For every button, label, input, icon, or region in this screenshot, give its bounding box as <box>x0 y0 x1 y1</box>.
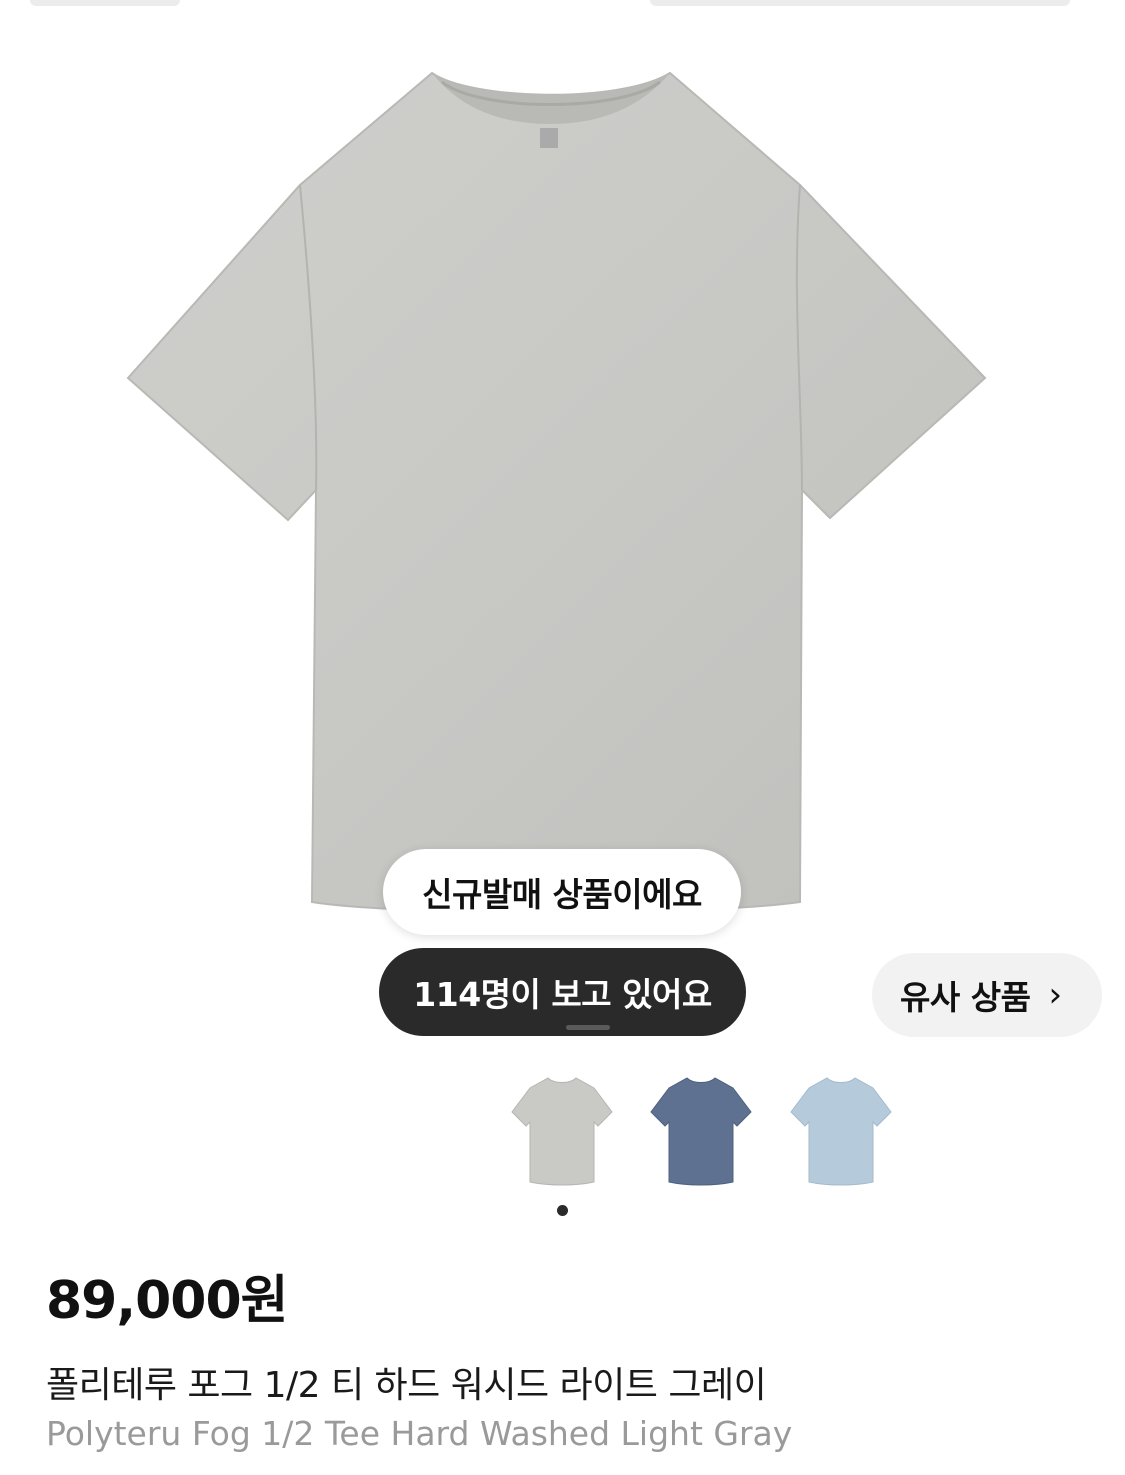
chevron-right-icon: › <box>1048 975 1062 1015</box>
viewers-badge: 114명이 보고 있어요 <box>379 948 746 1036</box>
product-name-korean: 폴리테루 포그 1/2 티 하드 워시드 라이트 그레이 <box>46 1365 767 1406</box>
color-option-light-gray[interactable] <box>506 1072 618 1190</box>
color-option-light-blue[interactable] <box>785 1072 897 1190</box>
gallery-progress-remaining <box>566 1025 610 1030</box>
gallery-progress-current <box>514 1025 560 1030</box>
similar-products-label: 유사 상품 <box>900 978 1031 1017</box>
color-option-navy[interactable] <box>645 1072 757 1190</box>
new-release-badge: 신규발매 상품이에요 <box>383 849 741 935</box>
product-price: 89,000원 <box>46 1271 289 1331</box>
product-name-english: Polyteru Fog 1/2 Tee Hard Washed Light G… <box>46 1414 793 1453</box>
similar-products-button[interactable]: 유사 상품 › <box>872 953 1102 1037</box>
color-options-page-dot <box>557 1205 568 1216</box>
